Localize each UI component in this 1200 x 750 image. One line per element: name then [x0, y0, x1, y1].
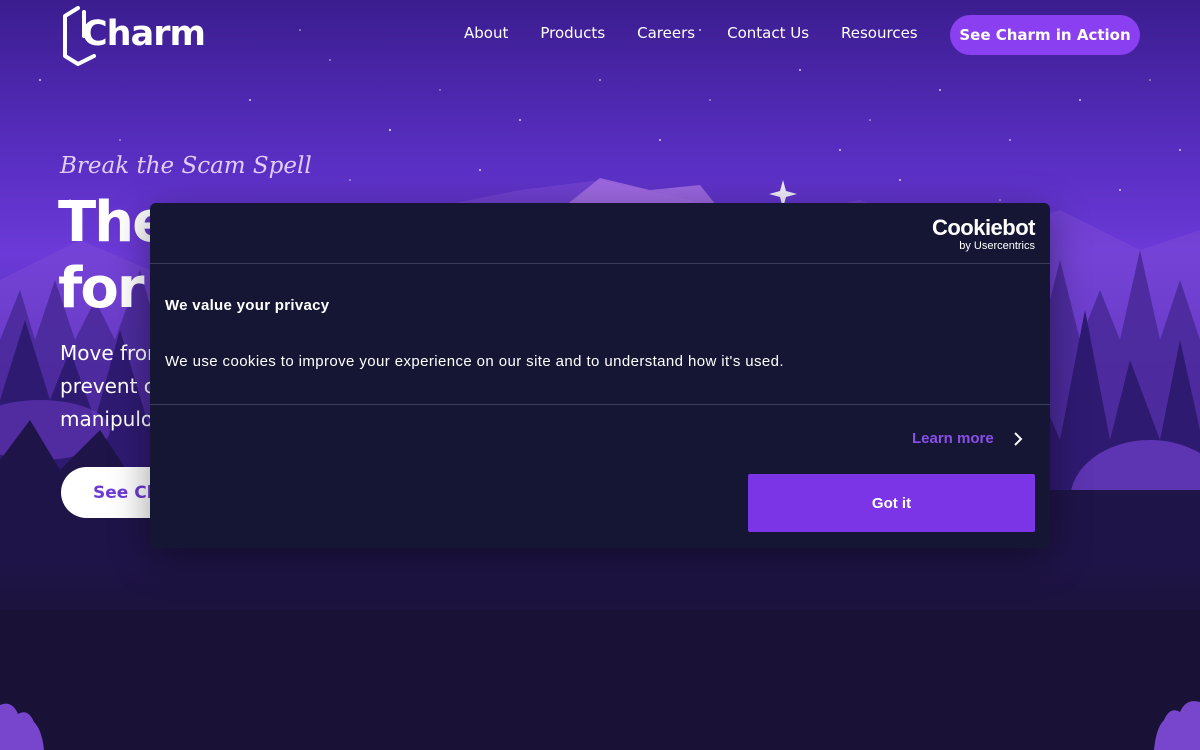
cookiebot-name: Cookiebot	[931, 215, 1036, 240]
hero-eyebrow: Break the Scam Spell	[60, 153, 312, 179]
logo[interactable]: Charm	[60, 6, 212, 66]
bottom-fade	[0, 560, 1200, 750]
corner-cloud-left	[0, 703, 44, 750]
nav-link-contact-us[interactable]: Contact Us	[727, 24, 809, 42]
logo-text: Charm	[82, 14, 206, 54]
cookiebot-logo: Cookiebot by Usercentrics	[931, 215, 1036, 253]
nav-link-about[interactable]: About	[464, 24, 508, 42]
chevron-right-icon	[1013, 431, 1023, 446]
nav-links: About Products Careers Contact Us Resour…	[464, 24, 950, 42]
nav-link-careers[interactable]: Careers	[637, 24, 695, 42]
learn-more-link[interactable]: Learn more	[912, 430, 1024, 447]
cookiebot-sub: by Usercentrics	[959, 240, 1035, 252]
learn-more-label: Learn more	[912, 430, 994, 447]
got-it-button[interactable]: Got it	[748, 474, 1035, 532]
top-nav: Charm About Products Careers Contact Us …	[0, 0, 1200, 70]
cookie-title: We value your privacy	[165, 297, 330, 314]
nav-link-products[interactable]: Products	[540, 24, 605, 42]
cookie-body: We use cookies to improve your experienc…	[165, 353, 784, 370]
see-charm-in-action-button[interactable]: See Charm in Action	[950, 15, 1140, 55]
cookie-consent-dialog: Cookiebot by Usercentrics We value your …	[150, 203, 1050, 548]
dialog-divider-bottom	[150, 404, 1050, 405]
dialog-divider-top	[150, 263, 1050, 264]
corner-cloud-right	[1154, 701, 1200, 750]
nav-link-resources[interactable]: Resources	[841, 24, 918, 42]
